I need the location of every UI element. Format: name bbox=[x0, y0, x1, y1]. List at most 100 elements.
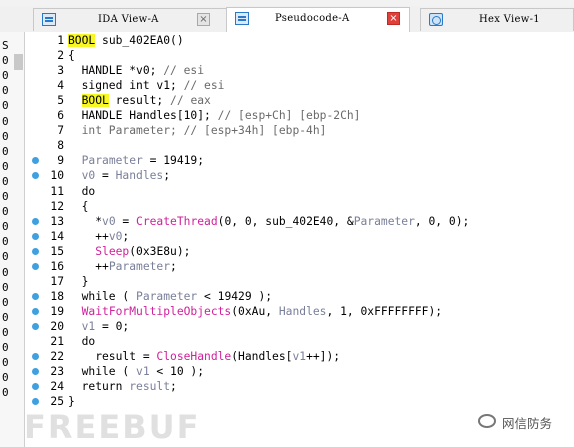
line-number: 23 bbox=[50, 365, 64, 379]
code-line[interactable]: 21 do bbox=[25, 334, 574, 349]
line-number: 10 bbox=[50, 169, 64, 183]
code-text: signed int v1; // esi bbox=[68, 78, 225, 93]
close-icon[interactable]: × bbox=[387, 12, 400, 25]
breakpoint-dot-icon[interactable] bbox=[32, 217, 39, 225]
line-number: 6 bbox=[57, 109, 64, 123]
line-number: 19 bbox=[50, 304, 64, 318]
code-token: ; bbox=[163, 169, 171, 183]
left-strip-item: 0 bbox=[2, 99, 9, 113]
code-token: Parameter bbox=[353, 214, 415, 228]
breakpoint-dot-icon[interactable] bbox=[32, 262, 39, 270]
code-line[interactable]: 6 HANDLE Handles[10]; // [esp+Ch] [ebp-2… bbox=[25, 108, 574, 123]
code-line[interactable]: 10 v0 = Handles; bbox=[25, 168, 574, 183]
line-number: 21 bbox=[50, 335, 64, 348]
code-token: v1 bbox=[81, 319, 96, 333]
code-line[interactable]: 1 BOOL sub_402EA0() bbox=[25, 33, 574, 48]
breakpoint-dot-icon[interactable] bbox=[32, 353, 39, 361]
code-text: do bbox=[68, 334, 96, 349]
code-line[interactable]: 22 result = CloseHandle(Handles[v1++]); bbox=[25, 349, 574, 364]
breakpoint-dot-icon[interactable] bbox=[32, 307, 39, 315]
breakpoint-dot-icon[interactable] bbox=[32, 232, 39, 240]
code-line[interactable]: 12 { bbox=[25, 199, 574, 214]
code-token: Handles bbox=[278, 304, 327, 318]
code-line[interactable]: 24 return result; bbox=[25, 379, 574, 394]
code-token: } bbox=[68, 274, 89, 288]
scrollbar-thumb[interactable] bbox=[14, 54, 23, 70]
code-line[interactable]: 7 int Parameter; // [esp+34h] [ebp-4h] bbox=[25, 123, 574, 138]
line-number: 5 bbox=[57, 94, 64, 108]
code-line[interactable]: 25} bbox=[25, 394, 574, 409]
breakpoint-dot-icon[interactable] bbox=[32, 172, 39, 180]
code-text: *v0 = CreateThread(0, 0, sub_402E40, &Pa… bbox=[68, 214, 469, 229]
pseudocode-editor[interactable]: 1 BOOL sub_402EA0() 2{3 HANDLE *v0; // esi… bbox=[25, 32, 574, 447]
code-line[interactable]: 13 *v0 = CreateThread(0, 0, sub_402E40, … bbox=[25, 214, 574, 229]
code-line[interactable]: 19 WaitForMultipleObjects(0xAu, Handles,… bbox=[25, 304, 574, 319]
tab-pseudocode-a[interactable]: Pseudocode-A × bbox=[226, 7, 410, 32]
code-line[interactable]: 23 while ( v1 < 10 ); bbox=[25, 364, 574, 379]
watermark-freebuf: FREEBUF bbox=[24, 408, 201, 446]
code-token: Sleep bbox=[95, 244, 130, 258]
code-token: = 19419; bbox=[142, 154, 205, 168]
code-token: result = bbox=[68, 350, 157, 364]
code-line[interactable]: 8 bbox=[25, 138, 574, 153]
code-text: } bbox=[68, 394, 75, 409]
code-line[interactable]: 5 BOOL result; // eax bbox=[25, 93, 574, 108]
code-line[interactable]: 2{ bbox=[25, 48, 574, 63]
code-token: * bbox=[68, 214, 103, 228]
tab-label: Pseudocode-A bbox=[275, 13, 350, 24]
code-token: // esi bbox=[163, 64, 205, 78]
code-line[interactable]: 18 while ( Parameter < 19429 ); bbox=[25, 289, 574, 304]
code-line[interactable]: 9 Parameter = 19419; bbox=[25, 153, 574, 168]
tab-label: IDA View-A bbox=[98, 14, 159, 25]
code-token: < 10 ); bbox=[149, 365, 205, 379]
line-number: 15 bbox=[50, 244, 64, 258]
watermark-wechat: 网信防务 bbox=[478, 412, 568, 434]
tab-ida-view-a[interactable]: IDA View-A × bbox=[33, 8, 239, 31]
code-line[interactable]: 16 ++Parameter; bbox=[25, 259, 574, 274]
code-token: BOOL bbox=[81, 94, 109, 108]
code-line[interactable]: 20 v1 = 0; bbox=[25, 319, 574, 334]
left-strip-item: 0 bbox=[2, 54, 9, 68]
line-number: 17 bbox=[50, 274, 64, 288]
code-line[interactable]: 4 signed int v1; // esi bbox=[25, 78, 574, 93]
left-strip-item: 0 bbox=[2, 295, 9, 309]
left-strip-item: 0 bbox=[2, 144, 9, 158]
code-text: HANDLE Handles[10]; // [esp+Ch] [ebp-2Ch… bbox=[68, 108, 361, 123]
code-token: // esi bbox=[183, 79, 225, 93]
line-number: 20 bbox=[50, 319, 64, 333]
left-strip-item: 0 bbox=[2, 174, 9, 188]
code-text: HANDLE *v0; // esi bbox=[68, 63, 204, 78]
line-number: 8 bbox=[57, 139, 64, 153]
breakpoint-dot-icon[interactable] bbox=[32, 398, 39, 406]
code-view-icon bbox=[42, 13, 56, 26]
breakpoint-dot-icon[interactable] bbox=[32, 292, 39, 300]
breakpoint-dot-icon[interactable] bbox=[32, 322, 39, 330]
breakpoint-dot-icon[interactable] bbox=[32, 383, 39, 391]
line-number: 1 bbox=[57, 34, 64, 47]
close-icon[interactable]: × bbox=[197, 13, 210, 26]
code-text: { bbox=[68, 199, 89, 214]
code-token: Parameter bbox=[81, 154, 143, 168]
code-token: Handles bbox=[115, 169, 164, 183]
wechat-icon bbox=[478, 414, 496, 428]
code-token: do bbox=[68, 184, 96, 198]
code-token: CloseHandle bbox=[156, 350, 232, 364]
left-strip-item: 0 bbox=[2, 250, 9, 264]
left-strip-item: 0 bbox=[2, 190, 9, 203]
code-token: result; bbox=[108, 94, 171, 108]
code-text: WaitForMultipleObjects(0xAu, Handles, 1,… bbox=[68, 304, 442, 319]
code-line[interactable]: 17 } bbox=[25, 274, 574, 289]
breakpoint-dot-icon[interactable] bbox=[32, 247, 39, 255]
code-token: Parameter bbox=[108, 259, 171, 273]
code-line[interactable]: 15 Sleep(0x3E8u); bbox=[25, 244, 574, 259]
code-line[interactable]: 11 do bbox=[25, 184, 574, 199]
tab-hex-view-1[interactable]: Hex View-1 bbox=[420, 8, 574, 31]
code-token: Parameter bbox=[136, 289, 198, 303]
breakpoint-dot-icon[interactable] bbox=[32, 157, 39, 165]
code-line[interactable]: 14 ++v0; bbox=[25, 229, 574, 244]
breakpoint-dot-icon[interactable] bbox=[32, 368, 39, 376]
code-line[interactable]: 3 HANDLE *v0; // esi bbox=[25, 63, 574, 78]
